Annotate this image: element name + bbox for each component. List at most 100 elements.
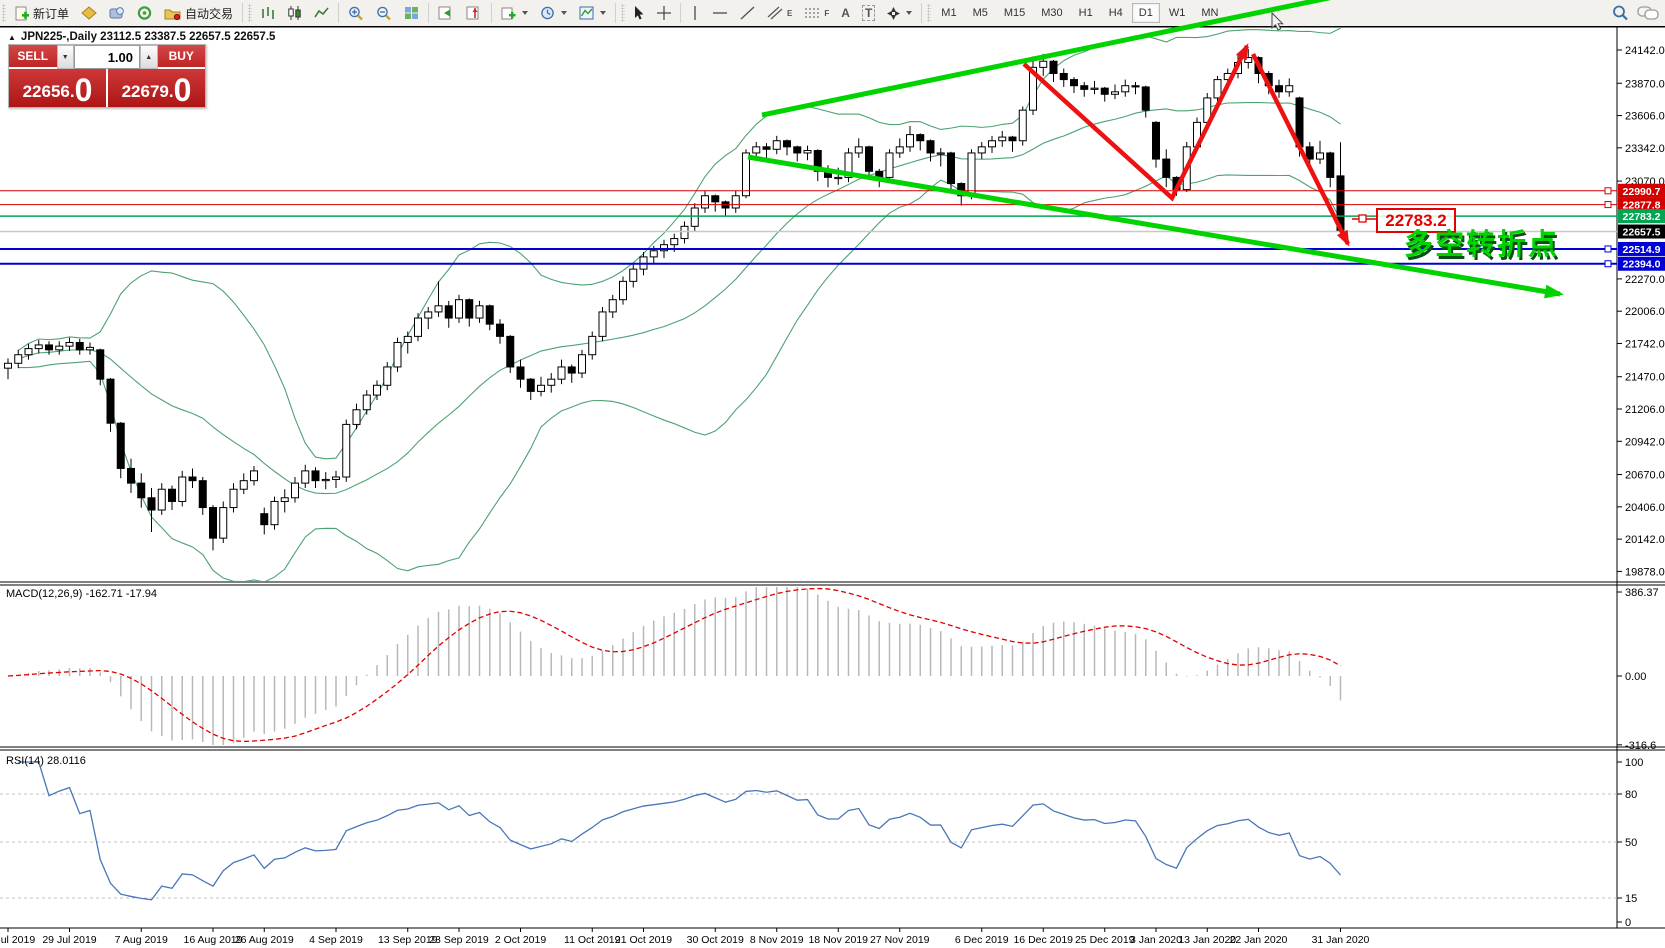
channel-sub-label: E — [787, 9, 792, 18]
channel-icon — [767, 6, 783, 20]
price-tick-label: 20670.0 — [1625, 470, 1665, 482]
candlestick-icon — [287, 6, 302, 20]
sell-price[interactable]: 22656.0 — [9, 69, 106, 107]
timeframe-group: M1M5M15M30H1H4D1W1MN — [933, 3, 1226, 23]
sell-price-pip: 0 — [75, 75, 93, 105]
tile-windows-button[interactable] — [399, 3, 424, 23]
line-chart-icon — [314, 6, 329, 20]
auto-trading-label: 自动交易 — [185, 5, 233, 22]
timeframe-d1-button[interactable]: D1 — [1132, 3, 1160, 23]
profiles-button[interactable] — [535, 3, 572, 23]
price-tag-label: 22514.9 — [1623, 244, 1661, 256]
timeframe-w1-button[interactable]: W1 — [1162, 3, 1193, 23]
zoom-out-button[interactable] — [371, 3, 397, 24]
buy-price-main: 22679 — [122, 79, 169, 105]
price-tag-label: 22657.5 — [1623, 227, 1661, 239]
date-tick-label: 23 Sep 2019 — [429, 934, 489, 946]
search-icon[interactable] — [1612, 5, 1629, 21]
timeframe-m1-button[interactable]: M1 — [934, 3, 963, 23]
indicators-button[interactable] — [574, 3, 611, 23]
signals-button[interactable] — [132, 3, 157, 23]
arrows-tool-icon — [887, 7, 900, 20]
volume-input[interactable] — [74, 45, 140, 69]
price-tick-label: 21470.0 — [1625, 372, 1665, 384]
date-tick-label: 4 Sep 2019 — [309, 934, 363, 946]
cursor-tool-button[interactable] — [628, 3, 650, 23]
buy-price[interactable]: 22679.0 — [108, 69, 205, 107]
timeframe-h1-button[interactable]: H1 — [1072, 3, 1100, 23]
new-chart-button[interactable] — [496, 3, 533, 23]
channel-tool-button[interactable]: E — [762, 3, 797, 23]
cursor-tool-icon — [633, 6, 645, 20]
indicators-icon — [579, 6, 594, 20]
rsi-pane[interactable] — [0, 762, 1617, 900]
chat-icon[interactable] — [1637, 5, 1659, 21]
arrows-caret[interactable] — [906, 11, 912, 15]
auto-scroll-button[interactable] — [433, 3, 459, 23]
profiles-caret[interactable] — [561, 11, 567, 15]
price-axis[interactable]: 24142.023870.023606.023342.023070.022270… — [1617, 45, 1665, 929]
date-tick-label: 27 Nov 2019 — [870, 934, 930, 946]
arrows-tool-button[interactable] — [882, 4, 917, 23]
line-chart-mode-button[interactable] — [309, 3, 334, 23]
indicators-caret[interactable] — [600, 11, 606, 15]
toolbar-grip[interactable] — [2, 4, 6, 22]
rsi-line — [18, 762, 1340, 900]
macd-tick-label: 0.00 — [1625, 671, 1646, 683]
chart-shift-icon — [466, 6, 482, 20]
date-axis[interactable]: 19 Jul 201929 Jul 20197 Aug 201916 Aug 2… — [0, 928, 1370, 946]
bar-chart-mode-button[interactable] — [255, 3, 280, 23]
market-watch-button[interactable] — [104, 3, 130, 23]
timeframe-m15-button[interactable]: M15 — [997, 3, 1032, 23]
price-tag-label: 22783.2 — [1623, 211, 1661, 223]
text-tool-label: A — [841, 6, 850, 20]
collapse-icon[interactable]: ▲ — [8, 33, 16, 42]
chart-shift-button[interactable] — [461, 3, 487, 23]
text-tool-button[interactable]: A — [836, 3, 855, 23]
timeframe-m5-button[interactable]: M5 — [966, 3, 995, 23]
buy-button[interactable]: BUY — [158, 45, 206, 69]
timeframe-mn-button[interactable]: MN — [1194, 3, 1225, 23]
vertical-line-tool-button[interactable] — [685, 3, 705, 23]
candlestick-mode-button[interactable] — [282, 3, 307, 23]
sell-button[interactable]: SELL — [9, 45, 57, 69]
fibo-sub-label: F — [824, 9, 829, 18]
price-tick-label: 21742.0 — [1625, 338, 1665, 350]
macd-pane[interactable] — [8, 583, 1341, 747]
zoom-out-icon — [376, 6, 392, 21]
main-pane[interactable] — [5, 28, 1345, 582]
crosshair-tool-button[interactable] — [652, 3, 676, 23]
macd-tick-label: 386.37 — [1625, 587, 1659, 599]
crosshair-icon — [657, 6, 671, 20]
rsi-tick-label: 80 — [1625, 789, 1637, 801]
price-tick-label: 20942.0 — [1625, 436, 1665, 448]
timeframe-m30-button[interactable]: M30 — [1034, 3, 1069, 23]
line-handle[interactable] — [1605, 246, 1611, 252]
chart-title-text: JPN225-,Daily 23112.5 23387.5 22657.5 22… — [21, 31, 276, 43]
metaeditor-button[interactable] — [76, 3, 102, 23]
date-tick-label: 8 Nov 2019 — [750, 934, 804, 946]
volume-increase-button[interactable]: ▲ — [140, 45, 158, 69]
line-handle[interactable] — [1605, 202, 1611, 208]
timeframe-h4-button[interactable]: H4 — [1102, 3, 1130, 23]
fibonacci-tool-button[interactable]: F — [799, 3, 834, 23]
horizontal-line-tool-button[interactable] — [707, 3, 733, 23]
price-tick-label: 22270.0 — [1625, 274, 1665, 286]
market-watch-icon — [109, 6, 125, 20]
zoom-in-button[interactable] — [343, 3, 369, 24]
new-chart-caret[interactable] — [522, 11, 528, 15]
mt4-window: 新订单 自动交易 — [0, 0, 1665, 948]
new-order-label: 新订单 — [33, 5, 69, 22]
chart-canvas[interactable]: 24142.023870.023606.023342.023070.022270… — [0, 0, 1665, 948]
profiles-clock-icon — [540, 6, 555, 20]
new-order-button[interactable]: 新订单 — [9, 2, 74, 25]
macd-tick-label: -316.6 — [1625, 740, 1656, 752]
trendline-tool-button[interactable] — [735, 3, 760, 23]
date-tick-label: 30 Oct 2019 — [687, 934, 744, 946]
signals-icon — [137, 6, 152, 20]
volume-decrease-button[interactable]: ▼ — [57, 45, 75, 69]
line-handle[interactable] — [1605, 188, 1611, 194]
line-handle[interactable] — [1605, 261, 1611, 267]
auto-trading-button[interactable]: 自动交易 — [159, 2, 238, 25]
text-label-tool-button[interactable]: T — [857, 2, 880, 24]
